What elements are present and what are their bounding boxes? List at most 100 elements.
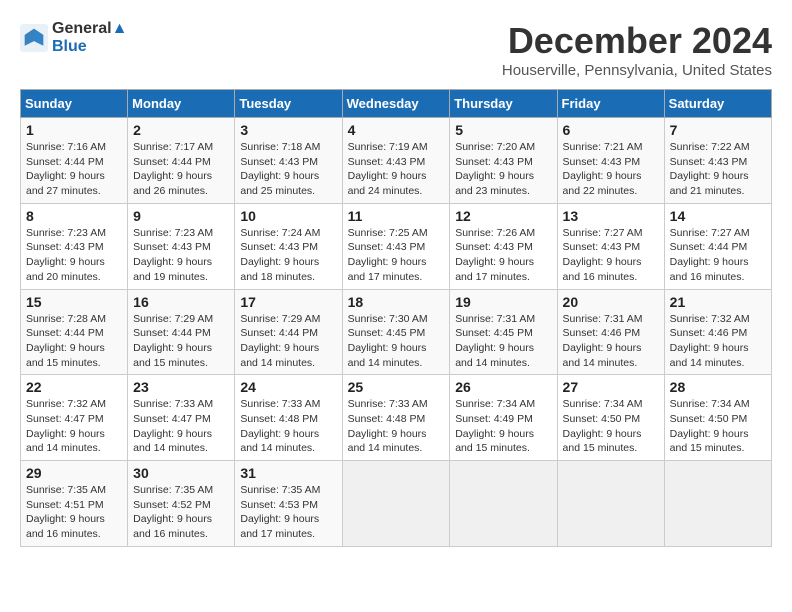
day-number: 13 [563,208,659,224]
calendar-cell: 1 Sunrise: 7:16 AM Sunset: 4:44 PM Daylig… [21,118,128,204]
logo: General▲ Blue [20,20,127,56]
day-info: Sunrise: 7:26 AM Sunset: 4:43 PM Dayligh… [455,226,551,285]
day-info: Sunrise: 7:33 AM Sunset: 4:47 PM Dayligh… [133,397,229,456]
calendar-cell [557,461,664,547]
day-number: 14 [670,208,766,224]
calendar-cell: 17 Sunrise: 7:29 AM Sunset: 4:44 PM Dayli… [235,289,342,375]
day-number: 12 [455,208,551,224]
day-number: 9 [133,208,229,224]
day-info: Sunrise: 7:28 AM Sunset: 4:44 PM Dayligh… [26,312,122,371]
day-info: Sunrise: 7:34 AM Sunset: 4:50 PM Dayligh… [563,397,659,456]
calendar-cell: 2 Sunrise: 7:17 AM Sunset: 4:44 PM Daylig… [128,118,235,204]
calendar-cell: 31 Sunrise: 7:35 AM Sunset: 4:53 PM Dayli… [235,461,342,547]
day-info: Sunrise: 7:16 AM Sunset: 4:44 PM Dayligh… [26,140,122,199]
day-info: Sunrise: 7:27 AM Sunset: 4:44 PM Dayligh… [670,226,766,285]
day-info: Sunrise: 7:27 AM Sunset: 4:43 PM Dayligh… [563,226,659,285]
day-number: 8 [26,208,122,224]
day-info: Sunrise: 7:34 AM Sunset: 4:50 PM Dayligh… [670,397,766,456]
day-info: Sunrise: 7:29 AM Sunset: 4:44 PM Dayligh… [240,312,336,371]
day-of-week-header: Saturday [664,90,771,118]
calendar-cell: 25 Sunrise: 7:33 AM Sunset: 4:48 PM Dayli… [342,375,450,461]
day-info: Sunrise: 7:33 AM Sunset: 4:48 PM Dayligh… [240,397,336,456]
calendar-cell: 30 Sunrise: 7:35 AM Sunset: 4:52 PM Dayli… [128,461,235,547]
day-info: Sunrise: 7:24 AM Sunset: 4:43 PM Dayligh… [240,226,336,285]
calendar-cell [342,461,450,547]
day-number: 22 [26,379,122,395]
day-info: Sunrise: 7:18 AM Sunset: 4:43 PM Dayligh… [240,140,336,199]
calendar-cell: 14 Sunrise: 7:27 AM Sunset: 4:44 PM Dayli… [664,203,771,289]
day-number: 1 [26,122,122,138]
calendar-table: SundayMondayTuesdayWednesdayThursdayFrid… [20,89,772,547]
day-info: Sunrise: 7:35 AM Sunset: 4:52 PM Dayligh… [133,483,229,542]
day-number: 3 [240,122,336,138]
month-title: December 2024 [502,20,772,62]
day-number: 5 [455,122,551,138]
day-number: 15 [26,294,122,310]
subtitle: Houserville, Pennsylvania, United States [502,62,772,79]
calendar-header-row: SundayMondayTuesdayWednesdayThursdayFrid… [21,90,772,118]
header: General▲ Blue December 2024 Houserville,… [20,20,772,79]
day-of-week-header: Monday [128,90,235,118]
day-number: 23 [133,379,229,395]
day-number: 2 [133,122,229,138]
calendar-cell: 4 Sunrise: 7:19 AM Sunset: 4:43 PM Daylig… [342,118,450,204]
calendar-cell: 6 Sunrise: 7:21 AM Sunset: 4:43 PM Daylig… [557,118,664,204]
day-info: Sunrise: 7:35 AM Sunset: 4:53 PM Dayligh… [240,483,336,542]
calendar-cell: 8 Sunrise: 7:23 AM Sunset: 4:43 PM Daylig… [21,203,128,289]
calendar-cell: 9 Sunrise: 7:23 AM Sunset: 4:43 PM Daylig… [128,203,235,289]
day-info: Sunrise: 7:21 AM Sunset: 4:43 PM Dayligh… [563,140,659,199]
day-number: 11 [348,208,445,224]
calendar-cell: 19Sunrise: 7:31 AM Sunset: 4:45 PM Dayli… [450,289,557,375]
calendar-cell: 29Sunrise: 7:35 AM Sunset: 4:51 PM Dayli… [21,461,128,547]
title-area: December 2024 Houserville, Pennsylvania,… [502,20,772,79]
calendar-cell: 22 Sunrise: 7:32 AM Sunset: 4:47 PM Dayli… [21,375,128,461]
day-info: Sunrise: 7:23 AM Sunset: 4:43 PM Dayligh… [26,226,122,285]
day-info: Sunrise: 7:19 AM Sunset: 4:43 PM Dayligh… [348,140,445,199]
calendar-cell [664,461,771,547]
day-number: 4 [348,122,445,138]
calendar-cell: 26 Sunrise: 7:34 AM Sunset: 4:49 PM Dayli… [450,375,557,461]
calendar-cell: 28Sunrise: 7:34 AM Sunset: 4:50 PM Dayli… [664,375,771,461]
day-number: 25 [348,379,445,395]
day-info: Sunrise: 7:31 AM Sunset: 4:46 PM Dayligh… [563,312,659,371]
day-of-week-header: Wednesday [342,90,450,118]
calendar-week-row: 1 Sunrise: 7:16 AM Sunset: 4:44 PM Daylig… [21,118,772,204]
calendar-cell: 11Sunrise: 7:25 AM Sunset: 4:43 PM Dayli… [342,203,450,289]
logo-text: General▲ Blue [52,20,127,56]
logo-icon [20,24,48,52]
calendar-cell: 15 Sunrise: 7:28 AM Sunset: 4:44 PM Dayli… [21,289,128,375]
calendar-cell: 12 Sunrise: 7:26 AM Sunset: 4:43 PM Dayli… [450,203,557,289]
calendar-cell: 13 Sunrise: 7:27 AM Sunset: 4:43 PM Dayli… [557,203,664,289]
calendar-body: 1 Sunrise: 7:16 AM Sunset: 4:44 PM Daylig… [21,118,772,547]
calendar-week-row: 29Sunrise: 7:35 AM Sunset: 4:51 PM Dayli… [21,461,772,547]
day-number: 24 [240,379,336,395]
day-info: Sunrise: 7:32 AM Sunset: 4:47 PM Dayligh… [26,397,122,456]
calendar-cell: 10 Sunrise: 7:24 AM Sunset: 4:43 PM Dayli… [235,203,342,289]
calendar-week-row: 15 Sunrise: 7:28 AM Sunset: 4:44 PM Dayli… [21,289,772,375]
day-info: Sunrise: 7:33 AM Sunset: 4:48 PM Dayligh… [348,397,445,456]
day-number: 26 [455,379,551,395]
calendar-cell: 7Sunrise: 7:22 AM Sunset: 4:43 PM Daylig… [664,118,771,204]
day-info: Sunrise: 7:17 AM Sunset: 4:44 PM Dayligh… [133,140,229,199]
day-number: 30 [133,465,229,481]
calendar-cell: 18Sunrise: 7:30 AM Sunset: 4:45 PM Dayli… [342,289,450,375]
day-of-week-header: Tuesday [235,90,342,118]
calendar-week-row: 22 Sunrise: 7:32 AM Sunset: 4:47 PM Dayli… [21,375,772,461]
day-number: 31 [240,465,336,481]
day-of-week-header: Thursday [450,90,557,118]
day-of-week-header: Sunday [21,90,128,118]
day-info: Sunrise: 7:29 AM Sunset: 4:44 PM Dayligh… [133,312,229,371]
day-number: 10 [240,208,336,224]
day-of-week-header: Friday [557,90,664,118]
day-info: Sunrise: 7:32 AM Sunset: 4:46 PM Dayligh… [670,312,766,371]
day-info: Sunrise: 7:23 AM Sunset: 4:43 PM Dayligh… [133,226,229,285]
day-number: 17 [240,294,336,310]
calendar-cell: 27 Sunrise: 7:34 AM Sunset: 4:50 PM Dayli… [557,375,664,461]
calendar-cell [450,461,557,547]
calendar-cell: 20Sunrise: 7:31 AM Sunset: 4:46 PM Dayli… [557,289,664,375]
day-number: 6 [563,122,659,138]
day-info: Sunrise: 7:34 AM Sunset: 4:49 PM Dayligh… [455,397,551,456]
day-info: Sunrise: 7:30 AM Sunset: 4:45 PM Dayligh… [348,312,445,371]
calendar-cell: 5Sunrise: 7:20 AM Sunset: 4:43 PM Daylig… [450,118,557,204]
day-number: 27 [563,379,659,395]
